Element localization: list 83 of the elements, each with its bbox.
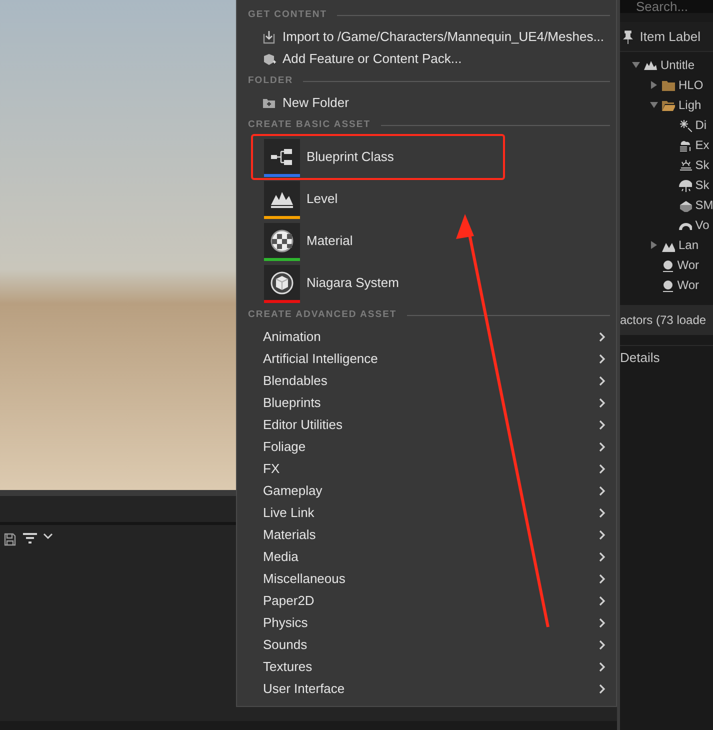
save-icon[interactable] <box>4 533 16 546</box>
tree-item[interactable]: SM <box>695 196 713 214</box>
box-icon[interactable] <box>262 52 276 66</box>
filter-icon[interactable] <box>22 533 36 544</box>
tree-item[interactable]: Wor <box>677 256 700 274</box>
import-icon[interactable] <box>262 30 276 44</box>
menu-item[interactable]: Textures <box>248 656 610 678</box>
collapsed-arrow-icon[interactable] <box>650 81 658 90</box>
tree-item[interactable]: Untitle <box>660 56 695 74</box>
menu-item[interactable]: FX <box>248 458 610 480</box>
section-heading: FOLDER <box>248 74 294 88</box>
chevron-right-icon <box>599 354 606 364</box>
chevron-right-icon <box>599 486 606 496</box>
menu-item[interactable]: Niagara System <box>248 262 610 304</box>
section-heading: GET CONTENT <box>248 8 328 22</box>
chevron-right-icon <box>599 684 606 694</box>
globe-icon <box>660 258 674 272</box>
tree-item[interactable]: Sk <box>695 176 710 194</box>
tree-item[interactable]: Sk <box>695 156 710 174</box>
tree-item[interactable]: Vo <box>695 216 710 234</box>
checkered-sphere-icon <box>270 229 294 253</box>
menu-item[interactable]: Sounds <box>248 634 610 656</box>
menu-item[interactable]: Materials <box>248 524 610 546</box>
chevron-right-icon <box>599 398 606 408</box>
menu-item[interactable]: New Folder <box>248 92 610 114</box>
section-heading: CREATE ADVANCED ASSET <box>248 308 397 322</box>
tree-item[interactable]: Di <box>695 116 707 134</box>
menu-item[interactable]: User Interface <box>248 678 610 700</box>
chevron-right-icon <box>599 464 606 474</box>
menu-item[interactable]: Physics <box>248 612 610 634</box>
dome-icon <box>678 178 692 192</box>
menu-item[interactable]: Blendables <box>248 370 610 392</box>
chevron-right-icon <box>599 596 606 606</box>
menu-item[interactable]: Editor Utilities <box>248 414 610 436</box>
chevron-right-icon <box>599 530 606 540</box>
collapsed-arrow-icon[interactable] <box>650 241 658 250</box>
details-tab[interactable]: Details <box>620 348 660 368</box>
menu-item[interactable]: Import to /Game/Characters/Mannequin_UE4/Meshes... <box>248 26 610 48</box>
tree-item[interactable]: Ligh <box>678 96 702 114</box>
light-icon <box>678 118 692 132</box>
chevron-right-icon <box>599 332 606 342</box>
menu-item[interactable]: Blueprint Class <box>248 136 610 178</box>
cube-icon <box>270 271 294 295</box>
caret-icon[interactable] <box>43 533 53 539</box>
menu-item[interactable]: Animation <box>248 326 610 348</box>
menu-item[interactable]: Add Feature or Content Pack... <box>248 48 610 70</box>
menu-item[interactable]: Live Link <box>248 502 610 524</box>
chevron-right-icon <box>599 552 606 562</box>
chevron-right-icon <box>599 618 606 628</box>
chevron-right-icon <box>599 640 606 650</box>
menu-item[interactable]: Blueprints <box>248 392 610 414</box>
actor-count: actors (73 loade <box>620 312 706 330</box>
tree-item[interactable]: Ex <box>695 136 710 154</box>
cube-icon <box>678 198 692 212</box>
expanded-arrow-icon[interactable] <box>632 61 640 70</box>
menu-item[interactable]: Miscellaneous <box>248 568 610 590</box>
chevron-right-icon <box>599 574 606 584</box>
expanded-arrow-icon[interactable] <box>650 101 658 110</box>
menu-item[interactable]: Paper2D <box>248 590 610 612</box>
menu-item[interactable]: Foliage <box>248 436 610 458</box>
chevron-right-icon <box>599 662 606 672</box>
menu-item[interactable]: Media <box>248 546 610 568</box>
chevron-right-icon <box>599 420 606 430</box>
folder-add-icon[interactable] <box>262 97 276 109</box>
pin-icon[interactable] <box>623 30 634 44</box>
chevron-right-icon <box>599 376 606 386</box>
menu-item[interactable]: Artificial Intelligence <box>248 348 610 370</box>
search-field[interactable]: Search... <box>620 0 713 13</box>
folder-icon <box>661 98 676 112</box>
chevron-right-icon <box>599 442 606 452</box>
node-graph-icon <box>270 148 294 166</box>
cloud-icon <box>678 138 692 152</box>
section-heading: CREATE BASIC ASSET <box>248 118 371 132</box>
menu-item[interactable]: Level <box>248 178 610 220</box>
folder-icon <box>661 78 676 92</box>
menu-item[interactable]: Material <box>248 220 610 262</box>
tree-item[interactable]: HLO <box>678 76 704 94</box>
sun-icon <box>678 158 692 172</box>
tree-item[interactable]: Lan <box>678 236 699 254</box>
globe-icon <box>660 278 674 292</box>
menu-item[interactable]: Gameplay <box>248 480 610 502</box>
chevron-right-icon <box>599 508 606 518</box>
tree-item[interactable]: Wor <box>677 276 700 294</box>
